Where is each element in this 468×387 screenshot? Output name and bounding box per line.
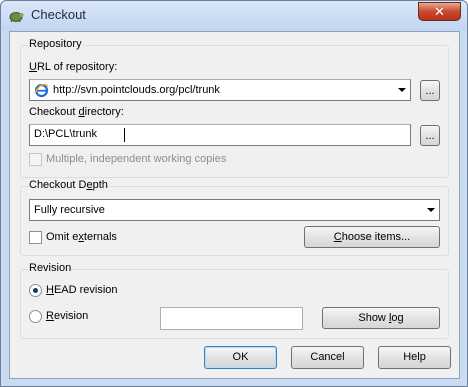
ok-button[interactable]: OK (204, 346, 277, 369)
text-caret (124, 128, 125, 142)
head-revision-radio[interactable] (29, 284, 42, 297)
head-revision-label: HEAD revision (46, 284, 118, 296)
checkout-directory-input[interactable]: D:\PCL\trunk (29, 124, 411, 146)
multiple-working-copies-checkbox[interactable] (29, 153, 42, 166)
checkout-dialog: Checkout ✕ Repository URL of repository:… (0, 0, 468, 387)
internet-explorer-icon (34, 83, 49, 98)
dir-value: D:\PCL\trunk (34, 128, 97, 140)
close-icon: ✕ (434, 4, 445, 19)
chevron-down-icon[interactable] (398, 88, 406, 92)
window-title: Checkout (31, 7, 86, 22)
multiple-working-copies-label: Multiple, independent working copies (46, 153, 227, 165)
omit-externals-label: Omit externals (46, 231, 117, 243)
revision-label: Revision (46, 310, 89, 322)
dir-label: Checkout directory: (29, 106, 124, 118)
url-label: URL of repository: (29, 61, 118, 73)
cancel-button[interactable]: Cancel (291, 346, 364, 369)
close-button[interactable]: ✕ (418, 2, 461, 21)
revision-number-input[interactable] (160, 307, 303, 330)
help-button[interactable]: Help (378, 346, 451, 369)
checkout-depth-group: Checkout Depth Fully recursive Omit exte… (20, 179, 449, 256)
omit-externals-checkbox[interactable] (29, 231, 42, 244)
dialog-client-area: Repository URL of repository: http://svn… (9, 31, 460, 379)
tortoise-svn-icon (9, 12, 24, 23)
url-value: http://svn.pointclouds.org/pcl/trunk (53, 84, 220, 96)
depth-select[interactable]: Fully recursive (29, 199, 440, 221)
revision-group: Revision HEAD revision Revision Show log (20, 262, 449, 339)
chevron-down-icon[interactable] (427, 208, 435, 212)
checkout-depth-group-title: Checkout Depth (29, 179, 108, 191)
choose-items-button[interactable]: Choose items... (304, 226, 440, 248)
browse-directory-button[interactable]: ... (420, 125, 440, 146)
repository-group: Repository URL of repository: http://svn… (20, 38, 449, 178)
revision-group-title: Revision (29, 262, 72, 274)
depth-selected-value: Fully recursive (34, 204, 105, 216)
show-log-button[interactable]: Show log (322, 307, 440, 329)
repository-group-title: Repository (29, 38, 82, 50)
url-label-rest: RL of repository: (36, 61, 118, 73)
revision-radio[interactable] (29, 310, 42, 323)
title-bar[interactable]: Checkout ✕ (1, 1, 467, 31)
url-combobox[interactable]: http://svn.pointclouds.org/pcl/trunk (29, 79, 411, 101)
browse-url-button[interactable]: ... (420, 80, 440, 101)
radio-selected-dot (33, 288, 38, 293)
